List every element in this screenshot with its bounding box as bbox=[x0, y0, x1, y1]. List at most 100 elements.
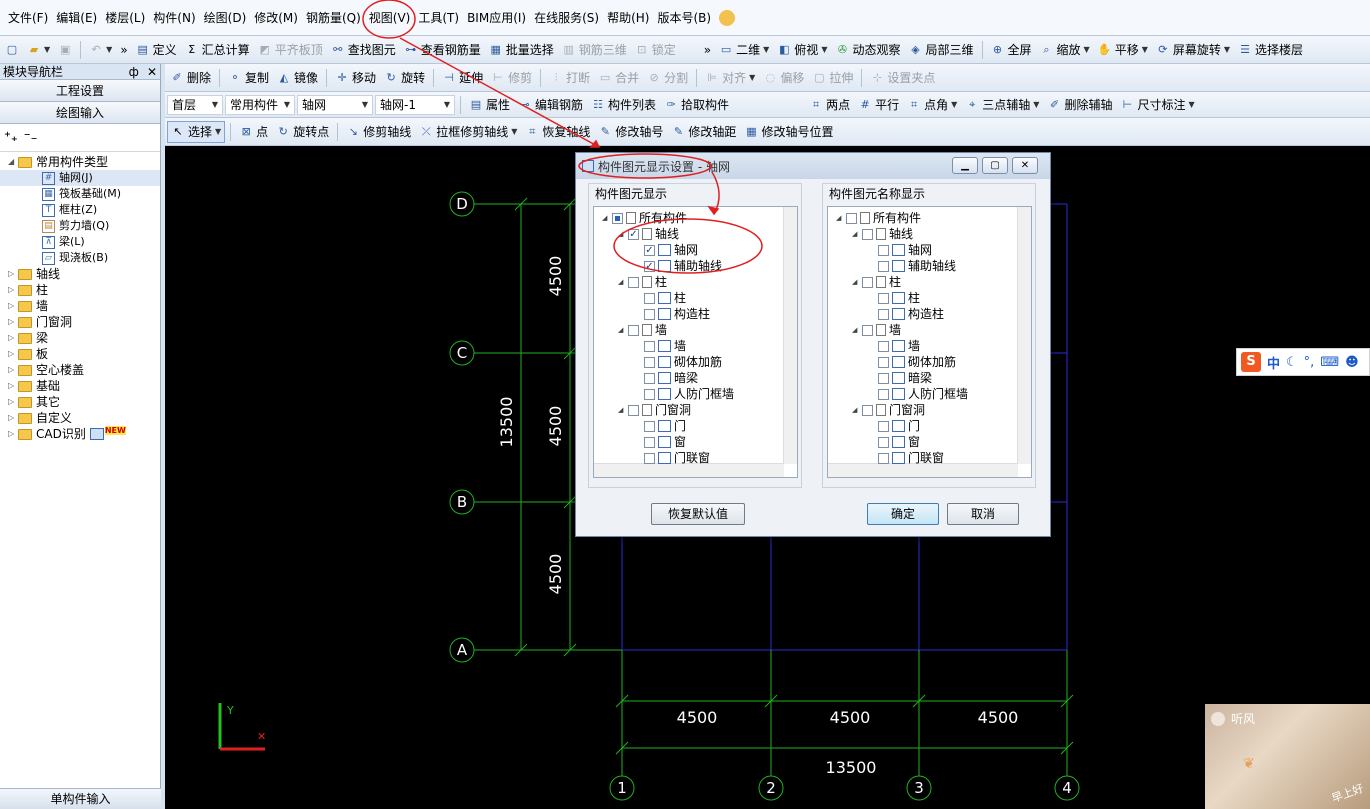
rebar-3d-button[interactable]: ▥ 钢筋三维 bbox=[559, 39, 630, 61]
collapse-arrow-icon[interactable]: ◢ bbox=[602, 210, 612, 226]
menu-rebar[interactable]: 钢筋量(Q) bbox=[302, 8, 365, 28]
point-angle-button[interactable]: ⌗ 点角 ▼ bbox=[904, 94, 960, 116]
tree-node[interactable]: 构造柱 bbox=[868, 306, 944, 322]
restore-axis-button[interactable]: ⌗ 恢复轴线 bbox=[522, 121, 593, 143]
close-icon[interactable]: ✕ bbox=[147, 65, 157, 79]
close-button[interactable]: ✕ bbox=[1012, 157, 1038, 174]
toolbar-overflow-2[interactable]: » bbox=[701, 39, 714, 61]
expand-all-icon[interactable]: ⁺₊ bbox=[4, 130, 18, 145]
expand-arrow-icon[interactable]: ▷ bbox=[8, 314, 18, 330]
tree-folder-hollow-floor[interactable]: ▷ 空心楼盖 bbox=[0, 362, 160, 378]
tree-node[interactable]: ✓ 辅助轴线 bbox=[634, 258, 722, 274]
checkbox[interactable] bbox=[846, 212, 857, 224]
vertical-scrollbar[interactable] bbox=[1017, 207, 1031, 464]
toolbar-overflow-1[interactable]: » bbox=[117, 39, 130, 61]
collapse-arrow-icon[interactable]: ◢ bbox=[852, 322, 862, 338]
ime-toolbar[interactable]: S 中 ☾ °, ⌨ ☻ bbox=[1236, 348, 1370, 376]
summary-calc-button[interactable]: Σ 汇总计算 bbox=[182, 39, 253, 61]
parallel-button[interactable]: # 平行 bbox=[855, 94, 902, 116]
expand-arrow-icon[interactable]: ▷ bbox=[8, 282, 18, 298]
find-element-button[interactable]: ⚯ 查找图元 bbox=[328, 39, 399, 61]
rotate-button[interactable]: ↻ 旋转 bbox=[381, 67, 428, 89]
maximize-button[interactable]: ▢ bbox=[982, 157, 1008, 174]
checkbox[interactable] bbox=[862, 228, 873, 240]
tree-node[interactable]: 门 bbox=[634, 418, 686, 434]
checkbox[interactable] bbox=[878, 260, 889, 272]
batch-select-button[interactable]: ▦ 批量选择 bbox=[486, 39, 557, 61]
checkbox[interactable] bbox=[644, 356, 655, 368]
tree-node[interactable]: 砌体加筋 bbox=[634, 354, 722, 370]
menu-tools[interactable]: 工具(T) bbox=[414, 8, 463, 28]
three-point-aux-button[interactable]: ⌖ 三点辅轴 ▼ bbox=[962, 94, 1042, 116]
delete-button[interactable]: ✐ 删除 bbox=[167, 67, 214, 89]
offset-button[interactable]: ◌ 偏移 bbox=[760, 67, 807, 89]
delete-aux-button[interactable]: ✐ 删除辅轴 bbox=[1044, 94, 1115, 116]
menu-help[interactable]: 帮助(H) bbox=[603, 8, 653, 28]
menu-version[interactable]: 版本号(B) bbox=[653, 8, 715, 28]
user-icon[interactable]: ☻ bbox=[1345, 355, 1359, 370]
tree-node[interactable]: 柱 bbox=[868, 290, 920, 306]
collapse-arrow-icon[interactable]: ◢ bbox=[852, 226, 862, 242]
checkbox[interactable] bbox=[878, 452, 889, 464]
expand-arrow-icon[interactable]: ▷ bbox=[8, 362, 18, 378]
cancel-button[interactable]: 取消 bbox=[947, 503, 1019, 525]
tree-folder-custom[interactable]: ▷ 自定义 bbox=[0, 410, 160, 426]
component-list-button[interactable]: ☷ 构件列表 bbox=[588, 94, 659, 116]
tree-item-raft[interactable]: ▦ 筏板基础(M) bbox=[0, 186, 160, 202]
tree-folder-foundation[interactable]: ▷ 基础 bbox=[0, 378, 160, 394]
collapse-arrow-icon[interactable]: ◢ bbox=[618, 322, 628, 338]
expand-arrow-icon[interactable]: ▷ bbox=[8, 298, 18, 314]
checkbox[interactable] bbox=[644, 340, 655, 352]
restore-defaults-button[interactable]: 恢复默认值 bbox=[651, 503, 745, 525]
copy-button[interactable]: ⚬ 复制 bbox=[225, 67, 272, 89]
tree-node[interactable]: 人防门框墙 bbox=[868, 386, 968, 402]
collapse-arrow-icon[interactable]: ◢ bbox=[8, 154, 18, 170]
grip-settings-button[interactable]: ⊹ 设置夹点 bbox=[867, 67, 938, 89]
collapse-arrow-icon[interactable]: ◢ bbox=[852, 274, 862, 290]
fullscreen-button[interactable]: ⊕ 全屏 bbox=[988, 39, 1035, 61]
tree-folder-beam[interactable]: ▷ 梁 bbox=[0, 330, 160, 346]
moon-icon[interactable]: ☾ bbox=[1286, 355, 1298, 370]
open-file-button[interactable]: ▰ ▼ bbox=[24, 39, 53, 61]
component-instance-select[interactable]: 轴网-1 ▼ bbox=[375, 94, 455, 115]
tree-folder-axis[interactable]: ▷ 轴线 bbox=[0, 266, 160, 282]
stretch-button[interactable]: ▢ 拉伸 bbox=[809, 67, 856, 89]
pick-component-button[interactable]: ✑ 拾取构件 bbox=[661, 94, 732, 116]
ime-mode[interactable]: 中 bbox=[1267, 353, 1280, 372]
vertical-scrollbar[interactable] bbox=[783, 207, 797, 464]
tree-node[interactable]: ◢ 墙 bbox=[618, 322, 667, 338]
local-3d-button[interactable]: ◈ 局部三维 bbox=[905, 39, 976, 61]
tree-node[interactable]: ◢ 所有构件 bbox=[836, 210, 921, 226]
checkbox[interactable] bbox=[644, 436, 655, 448]
new-file-button[interactable]: ▢ bbox=[2, 39, 22, 61]
expand-arrow-icon[interactable]: ▷ bbox=[8, 346, 18, 362]
menu-view[interactable]: 视图(V) bbox=[365, 8, 415, 28]
trim-axis-button[interactable]: ↘ 修剪轴线 bbox=[343, 121, 414, 143]
zoom-button[interactable]: ⌕ 缩放 ▼ bbox=[1037, 39, 1093, 61]
drawing-input-button[interactable]: 绘图输入 bbox=[0, 102, 160, 124]
pin-icon[interactable]: ф bbox=[129, 65, 139, 79]
expand-arrow-icon[interactable]: ▷ bbox=[8, 266, 18, 282]
tree-node[interactable]: 窗 bbox=[868, 434, 920, 450]
view-rebar-button[interactable]: ⊶ 查看钢筋量 bbox=[401, 39, 484, 61]
element-display-list[interactable]: ◢ 所有构件 ◢ ✓ 轴线 ✓ 轴网 ✓ 辅助轴线 ◢ 柱柱构造柱 ◢ 墙墙砌体加筋 暗梁 人防门框墙 ◢ 门窗… bbox=[593, 206, 798, 478]
tree-node[interactable]: 轴网 bbox=[868, 242, 932, 258]
lock-button[interactable]: ⊡ 锁定 bbox=[632, 39, 679, 61]
flush-slab-button[interactable]: ◩ 平齐板顶 bbox=[255, 39, 326, 61]
checkbox[interactable] bbox=[878, 388, 889, 400]
checkbox[interactable] bbox=[862, 324, 873, 336]
top-view-button[interactable]: ◧ 俯视 ▼ bbox=[774, 39, 830, 61]
extend-button[interactable]: ⊣ 延伸 bbox=[439, 67, 486, 89]
music-notification[interactable]: 听风 ❦ 早上好 bbox=[1205, 704, 1370, 809]
tree-item-axis-grid[interactable]: # 轴网(J) bbox=[0, 170, 160, 186]
ok-button[interactable]: 确定 bbox=[867, 503, 939, 525]
checkbox[interactable] bbox=[644, 292, 655, 304]
tree-node[interactable]: ◢ 所有构件 bbox=[602, 210, 687, 226]
expand-arrow-icon[interactable]: ▷ bbox=[8, 378, 18, 394]
checkbox[interactable] bbox=[878, 292, 889, 304]
tree-node[interactable]: ◢ 墙 bbox=[852, 322, 901, 338]
menu-modify[interactable]: 修改(M) bbox=[250, 8, 302, 28]
checkbox[interactable] bbox=[644, 452, 655, 464]
collapse-all-icon[interactable]: ⁻₋ bbox=[24, 130, 38, 145]
box-trim-axis-button[interactable]: ⤫ 拉框修剪轴线 ▼ bbox=[416, 121, 520, 143]
